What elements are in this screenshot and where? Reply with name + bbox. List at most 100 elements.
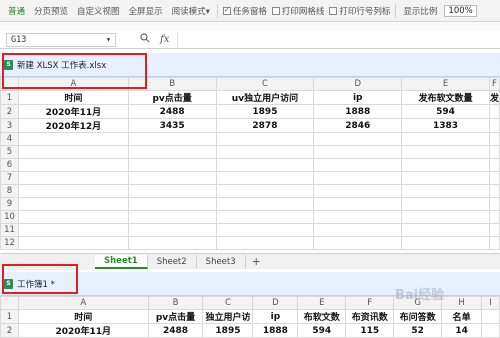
cell[interactable]: 594 xyxy=(297,323,347,338)
row-header[interactable]: 10 xyxy=(0,210,19,224)
cell[interactable] xyxy=(401,145,490,159)
row-header[interactable]: 2 xyxy=(0,323,19,338)
column-header[interactable]: I xyxy=(481,296,500,310)
cell[interactable] xyxy=(488,171,500,185)
cell[interactable] xyxy=(488,132,500,146)
cell[interactable] xyxy=(215,145,315,159)
cell[interactable] xyxy=(401,171,490,185)
cell[interactable] xyxy=(127,197,217,211)
cell[interactable] xyxy=(401,223,490,237)
row-header[interactable]: 6 xyxy=(0,158,19,172)
cell[interactable]: ip xyxy=(313,90,403,105)
cell[interactable] xyxy=(488,104,500,119)
column-header[interactable]: C xyxy=(215,77,315,91)
cell[interactable]: 594 xyxy=(401,104,490,119)
zoom-search-icon[interactable] xyxy=(140,33,150,46)
row-header[interactable]: 8 xyxy=(0,184,19,198)
column-header[interactable]: D xyxy=(252,296,299,310)
cell[interactable] xyxy=(401,210,490,224)
cell[interactable] xyxy=(313,223,403,237)
sheet-tab-sheet1[interactable]: Sheet1 xyxy=(95,254,148,269)
cell[interactable] xyxy=(127,184,217,198)
cell[interactable] xyxy=(127,158,217,172)
cell[interactable] xyxy=(127,236,217,250)
insert-function-icon[interactable]: fx xyxy=(160,34,169,45)
zoom-label[interactable]: 显示比例 xyxy=(401,3,439,19)
cell[interactable] xyxy=(215,210,315,224)
cell[interactable] xyxy=(481,309,500,324)
cell[interactable] xyxy=(313,145,403,159)
cell-name-box[interactable]: G13 ▾ xyxy=(6,32,116,47)
cell[interactable] xyxy=(488,223,500,237)
column-header[interactable]: B xyxy=(147,296,204,310)
cell[interactable] xyxy=(488,145,500,159)
cell[interactable] xyxy=(313,158,403,172)
cell[interactable]: pv点击量 xyxy=(127,90,217,105)
row-header[interactable]: 1 xyxy=(0,90,19,105)
cell[interactable]: 2878 xyxy=(215,118,315,133)
formula-input[interactable] xyxy=(177,32,496,47)
normal-view-button[interactable]: 普通 xyxy=(6,3,27,19)
cell[interactable] xyxy=(215,158,315,172)
cell[interactable]: 2846 xyxy=(313,118,403,133)
cell[interactable] xyxy=(488,158,500,172)
row-header[interactable]: 7 xyxy=(0,171,19,185)
column-header[interactable]: H xyxy=(441,296,483,310)
cell[interactable]: 2488 xyxy=(127,104,217,119)
cell[interactable] xyxy=(313,197,403,211)
add-sheet-icon[interactable]: + xyxy=(246,255,267,268)
row-header[interactable]: 1 xyxy=(0,309,19,324)
cell[interactable] xyxy=(488,184,500,198)
reading-mode-button[interactable]: 阅读模式▾ xyxy=(170,3,212,19)
cell[interactable] xyxy=(488,118,500,133)
cell[interactable] xyxy=(488,197,500,211)
chevron-down-icon[interactable]: ▾ xyxy=(106,35,111,45)
column-header[interactable]: D xyxy=(313,77,403,91)
column-header[interactable]: E xyxy=(297,296,347,310)
cell[interactable] xyxy=(313,171,403,185)
task-pane-checkbox[interactable]: ✓ 任务窗格 xyxy=(222,5,267,17)
cell[interactable] xyxy=(127,223,217,237)
cell[interactable]: 2488 xyxy=(147,323,204,338)
cell[interactable] xyxy=(488,236,500,250)
sheet-tab-sheet3[interactable]: Sheet3 xyxy=(197,254,246,269)
cell[interactable] xyxy=(17,145,129,159)
cell[interactable] xyxy=(17,132,129,146)
cell[interactable] xyxy=(127,171,217,185)
cell[interactable] xyxy=(215,132,315,146)
custom-view-button[interactable]: 自定义视图 xyxy=(75,3,122,19)
print-gridlines-checkbox[interactable]: 打印网格线 xyxy=(271,5,324,17)
cell[interactable]: ip xyxy=(252,309,299,324)
cell[interactable]: 时间 xyxy=(17,90,129,105)
cell[interactable] xyxy=(401,158,490,172)
select-all-corner[interactable] xyxy=(0,296,19,310)
cell[interactable]: uv独立用户访问 xyxy=(215,90,315,105)
cell[interactable] xyxy=(215,184,315,198)
column-header[interactable]: F xyxy=(488,77,500,91)
cell[interactable] xyxy=(127,145,217,159)
column-header[interactable]: C xyxy=(202,296,254,310)
cell[interactable] xyxy=(481,323,500,338)
cell[interactable] xyxy=(401,197,490,211)
cell[interactable] xyxy=(313,210,403,224)
cell[interactable] xyxy=(17,210,129,224)
cell[interactable]: 时间 xyxy=(17,309,149,324)
cell[interactable]: 布资讯数 xyxy=(345,309,395,324)
cell[interactable]: 2020年11月 xyxy=(17,323,149,338)
cell[interactable] xyxy=(127,210,217,224)
cell[interactable]: pv点击量 xyxy=(147,309,204,324)
cell[interactable] xyxy=(127,132,217,146)
cell[interactable]: 52 xyxy=(393,323,443,338)
cell[interactable] xyxy=(401,132,490,146)
cell[interactable]: 发 xyxy=(488,90,500,105)
cell[interactable] xyxy=(17,197,129,211)
cell[interactable] xyxy=(17,171,129,185)
cell[interactable] xyxy=(17,223,129,237)
cell[interactable] xyxy=(215,197,315,211)
cell[interactable]: 布软文数 xyxy=(297,309,347,324)
cell[interactable]: 115 xyxy=(345,323,395,338)
cell[interactable]: 发布软文数量 xyxy=(401,90,490,105)
cell[interactable] xyxy=(401,184,490,198)
cell[interactable] xyxy=(17,236,129,250)
column-header[interactable]: E xyxy=(401,77,490,91)
